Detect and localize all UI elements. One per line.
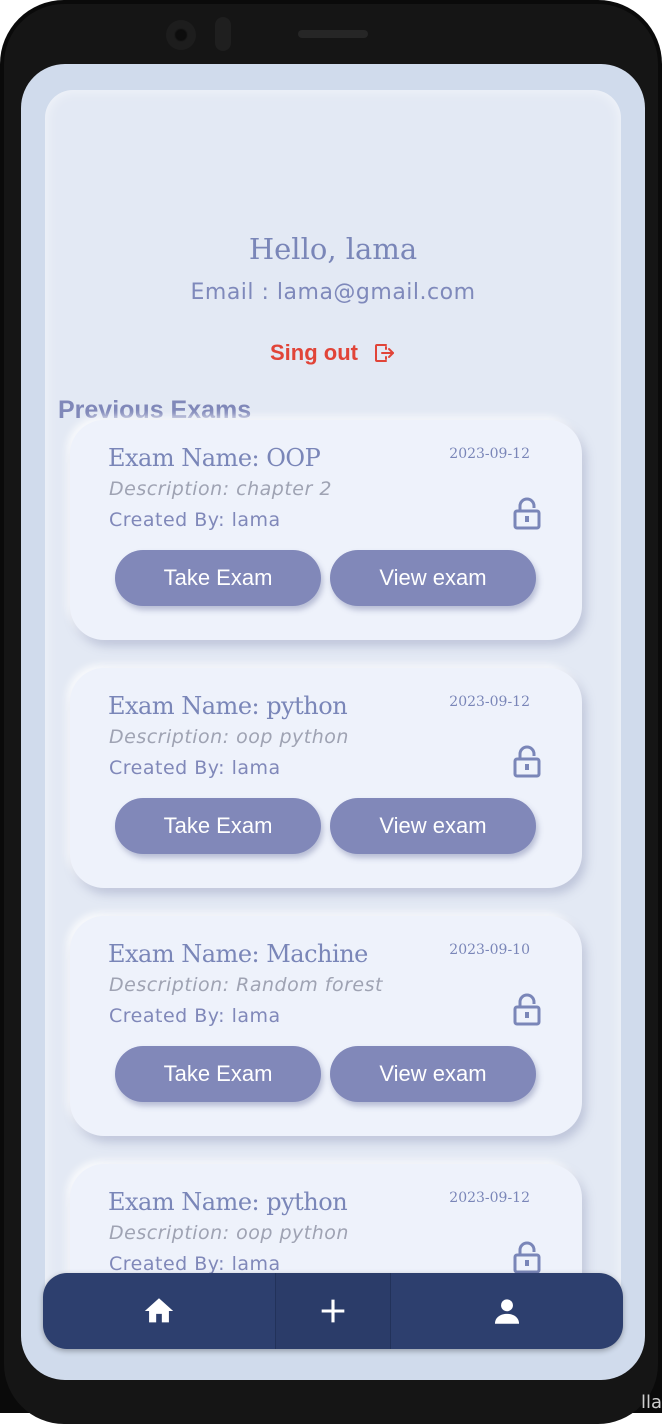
- logout-icon: [374, 344, 394, 362]
- exam-creator: Created By: lama: [109, 509, 281, 531]
- exam-description: Description: oop python: [109, 1222, 349, 1244]
- view-exam-button[interactable]: View exam: [330, 1046, 536, 1102]
- main-panel: Hello, lama Email : lama@gmail.com Sing …: [45, 90, 621, 1310]
- signout-label: Sing out: [270, 340, 358, 365]
- app-screen: Hello, lama Email : lama@gmail.com Sing …: [21, 64, 645, 1380]
- nav-profile[interactable]: [391, 1273, 623, 1349]
- sensor: [215, 17, 231, 51]
- take-exam-button[interactable]: Take Exam: [115, 550, 321, 606]
- exam-card: Exam Name: OOP 2023-09-12 Description: c…: [70, 420, 582, 640]
- front-camera: [166, 20, 196, 50]
- view-exam-button[interactable]: View exam: [330, 798, 536, 854]
- exam-date: 2023-09-12: [449, 694, 530, 710]
- exam-creator: Created By: lama: [109, 1253, 281, 1275]
- nav-add[interactable]: [275, 1273, 391, 1349]
- exam-card: Exam Name: python 2023-09-12 Description…: [70, 668, 582, 888]
- exam-description: Description: chapter 2: [109, 478, 332, 500]
- exam-card: Exam Name: Machine 2023-09-10 Descriptio…: [70, 916, 582, 1136]
- bottom-navbar: [43, 1273, 623, 1349]
- exam-name: Exam Name: python: [108, 692, 348, 720]
- exam-description: Description: oop python: [109, 726, 349, 748]
- greeting-title: Hello, lama: [248, 232, 418, 266]
- exam-date: 2023-09-12: [449, 446, 530, 462]
- take-exam-button[interactable]: Take Exam: [115, 1046, 321, 1102]
- exam-creator: Created By: lama: [109, 1005, 281, 1027]
- exam-name: Exam Name: Machine: [108, 940, 368, 968]
- corner-text: lla: [640, 1392, 662, 1413]
- exam-description: Description: Random forest: [109, 974, 383, 996]
- exam-name: Exam Name: python: [108, 1188, 348, 1216]
- lock-icon: [513, 1241, 541, 1274]
- person-icon: [494, 1299, 520, 1324]
- phone-frame: Hello, lama Email : lama@gmail.com Sing …: [0, 0, 662, 1424]
- signout-button[interactable]: Sing out: [45, 340, 621, 366]
- lock-icon: [513, 993, 541, 1026]
- exam-date: 2023-09-10: [449, 942, 530, 958]
- take-exam-button[interactable]: Take Exam: [115, 798, 321, 854]
- nav-home[interactable]: [43, 1273, 275, 1349]
- lock-icon: [513, 745, 541, 778]
- lock-icon: [513, 497, 541, 530]
- speaker-grille: [298, 30, 368, 38]
- home-icon: [144, 1298, 174, 1323]
- user-email: Email : lama@gmail.com: [190, 280, 476, 305]
- view-exam-button[interactable]: View exam: [330, 550, 536, 606]
- plus-icon: [321, 1299, 345, 1323]
- exam-creator: Created By: lama: [109, 757, 281, 779]
- exam-date: 2023-09-12: [449, 1190, 530, 1206]
- exam-name: Exam Name: OOP: [108, 444, 321, 472]
